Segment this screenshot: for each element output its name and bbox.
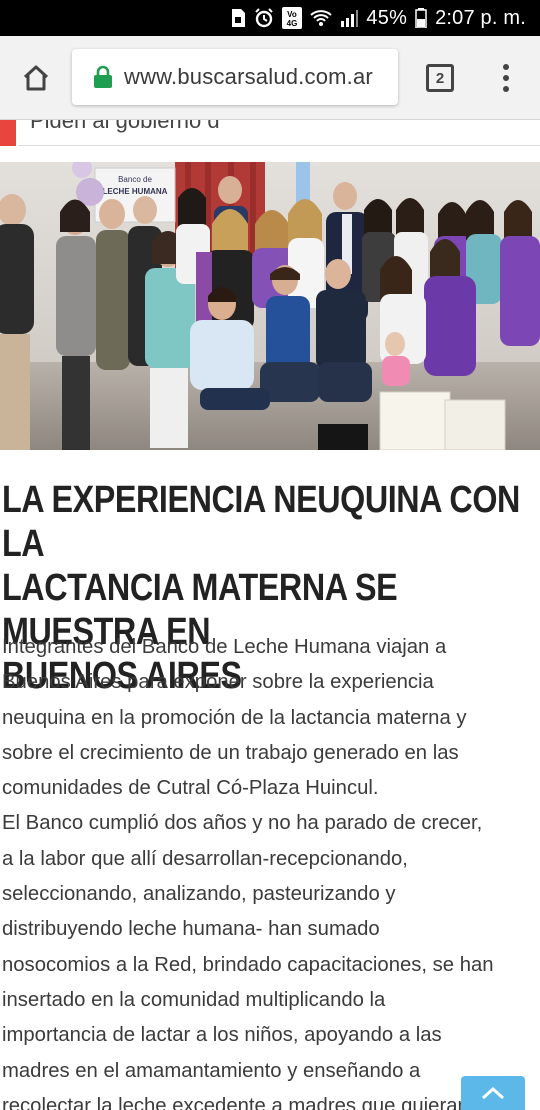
ticker-accent xyxy=(0,120,16,146)
clock: 2:07 p. m. xyxy=(435,6,526,29)
article-line: seleccionando, analizando, pasteurizando… xyxy=(2,883,396,906)
banner-text-1: Banco de xyxy=(118,175,152,184)
lock-icon xyxy=(94,65,112,88)
article-line: importancia de lactar a los niños, apoya… xyxy=(2,1024,442,1047)
ticker-box: Piden al gobierno d xyxy=(18,120,540,146)
article-line: distribuyendo leche humana- han sumado xyxy=(2,918,380,941)
article-body: Integrantes del Banco de Leche Humana vi… xyxy=(2,630,517,1110)
chevron-up-icon xyxy=(481,1086,505,1100)
volte-icon: Vo 4G xyxy=(282,7,303,29)
tab-switcher-button[interactable]: 2 xyxy=(426,64,454,92)
menu-dot-icon xyxy=(503,75,509,81)
article-line: a la labor que allí desarrollan-recepcio… xyxy=(2,847,408,870)
home-icon xyxy=(23,65,49,91)
article-line: El Banco cumplió dos años y no ha parado… xyxy=(2,812,483,835)
address-bar[interactable]: www.buscarsalud.com.ar xyxy=(72,49,398,105)
signal-icon xyxy=(340,9,359,27)
article-line: nosocomios a la Red, brindado capacitaci… xyxy=(2,953,494,976)
battery-icon xyxy=(415,8,427,28)
network-label: 4G xyxy=(287,19,298,28)
article-line: insertado en la comunidad multiplicando … xyxy=(2,988,386,1011)
status-bar: Vo 4G 45% 2:07 p. m. xyxy=(0,0,540,36)
article-photo: Banco de LECHE HUMANA xyxy=(0,162,540,450)
article-line: sobre el crecimiento de un trabajo gener… xyxy=(2,741,459,764)
svg-text:Vo: Vo xyxy=(288,10,298,19)
sim-icon xyxy=(230,8,246,28)
article-line: comunidades de Cutral Có-Plaza Huincul. xyxy=(2,777,379,800)
scroll-to-top-button[interactable] xyxy=(461,1076,525,1110)
overflow-menu-button[interactable] xyxy=(494,60,518,96)
article-line: Integrantes del Banco de Leche Humana vi… xyxy=(2,636,447,658)
article-line: Buenos Aires para exponer sobre la exper… xyxy=(2,671,434,694)
home-button[interactable] xyxy=(18,60,54,96)
menu-dot-icon xyxy=(503,86,509,92)
banner-text-2: LECHE HUMANA xyxy=(103,187,168,196)
wifi-icon xyxy=(310,9,333,27)
group-photo-image: Banco de LECHE HUMANA xyxy=(0,162,540,450)
battery-percent: 45% xyxy=(366,6,408,29)
url-text: www.buscarsalud.com.ar xyxy=(124,64,373,89)
browser-toolbar: www.buscarsalud.com.ar 2 xyxy=(0,36,540,120)
headline-line: LA EXPERIENCIA NEUQUINA CON LA xyxy=(2,479,520,565)
article-line: neuquina en la promoción de la lactancia… xyxy=(2,706,467,729)
article-line: recolectar la leche excedente a madres q… xyxy=(2,1094,469,1110)
ticker-text[interactable]: Piden al gobierno d xyxy=(30,120,220,134)
news-ticker[interactable]: Piden al gobierno d xyxy=(0,120,540,150)
menu-dot-icon xyxy=(503,64,509,70)
article-line: madres en el amamantamiento y enseñando … xyxy=(2,1059,421,1082)
alarm-icon xyxy=(254,8,274,28)
